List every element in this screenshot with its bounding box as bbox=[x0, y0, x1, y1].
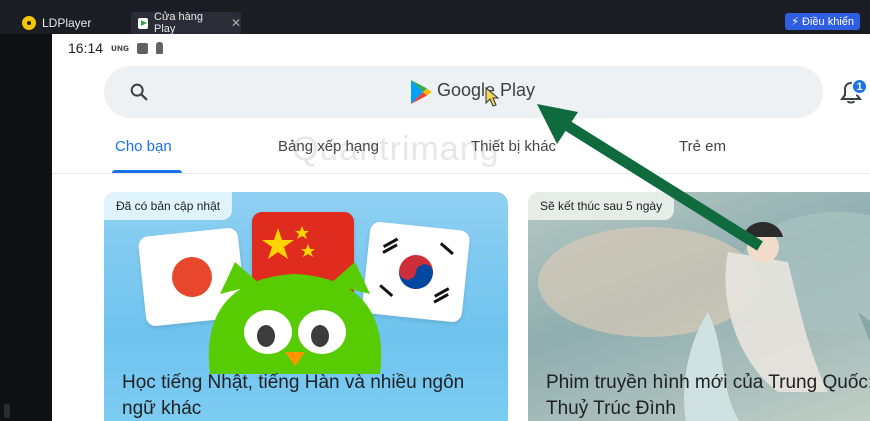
strip-handle bbox=[4, 404, 10, 418]
clock: 16:14 bbox=[68, 40, 104, 56]
lock-icon bbox=[155, 42, 163, 54]
card-title: Phim truyền hình mới của Trung Quốc: Hoà… bbox=[546, 372, 870, 419]
card-title: Học tiếng Nhật, tiếng Hàn và nhiều ngôn … bbox=[122, 372, 465, 419]
tab-for-you[interactable]: Cho bạn bbox=[115, 138, 172, 155]
status-bar: 16:14 ᴜɴɢ bbox=[68, 40, 163, 56]
control-button[interactable]: ⚡ Điều khiển bbox=[785, 13, 860, 30]
notification-badge: 1 bbox=[851, 78, 868, 95]
watermark: Quantrimang bbox=[292, 130, 500, 168]
play-store-icon bbox=[138, 17, 149, 29]
tab-kids[interactable]: Trẻ em bbox=[679, 138, 726, 155]
mouse-cursor-icon bbox=[485, 86, 500, 107]
card-badge: Sẽ kết thúc sau 5 ngày bbox=[528, 192, 675, 220]
image-icon bbox=[136, 42, 148, 54]
google-play-logo-icon bbox=[411, 80, 432, 104]
search-bar[interactable]: Google Play bbox=[104, 66, 823, 118]
android-screen: 16:14 ᴜɴɢ Google Play 1 Cho bạn Bảng xếp… bbox=[52, 34, 870, 421]
emulator-title-bar: LDPlayer Cửa hàng Play ✕ ⚡ Điều khiển bbox=[0, 0, 870, 35]
featured-card-drama[interactable]: Sẽ kết thúc sau 5 ngày Phim truyền hình … bbox=[528, 192, 870, 421]
carrier-label: ᴜɴɢ bbox=[111, 42, 129, 54]
card-badge: Đã có bản cập nhật bbox=[104, 192, 233, 220]
lightning-icon: ⚡ bbox=[791, 16, 800, 28]
app-title: LDPlayer bbox=[42, 16, 92, 30]
search-icon[interactable] bbox=[128, 81, 150, 103]
ldplayer-logo-icon bbox=[22, 16, 36, 30]
duolingo-owl-icon bbox=[208, 262, 382, 374]
emulator-side-strip bbox=[0, 34, 52, 421]
featured-card-duolingo[interactable]: Đã có bản cập nhật Học tiếng Nhật, tiếng… bbox=[104, 192, 508, 421]
control-button-label: Điều khiển bbox=[802, 15, 854, 28]
tab-label: Cửa hàng Play bbox=[154, 11, 203, 35]
tab-play-store[interactable]: Cửa hàng Play ✕ bbox=[131, 11, 241, 35]
close-icon[interactable]: ✕ bbox=[231, 16, 241, 30]
active-tab-indicator bbox=[112, 170, 182, 173]
